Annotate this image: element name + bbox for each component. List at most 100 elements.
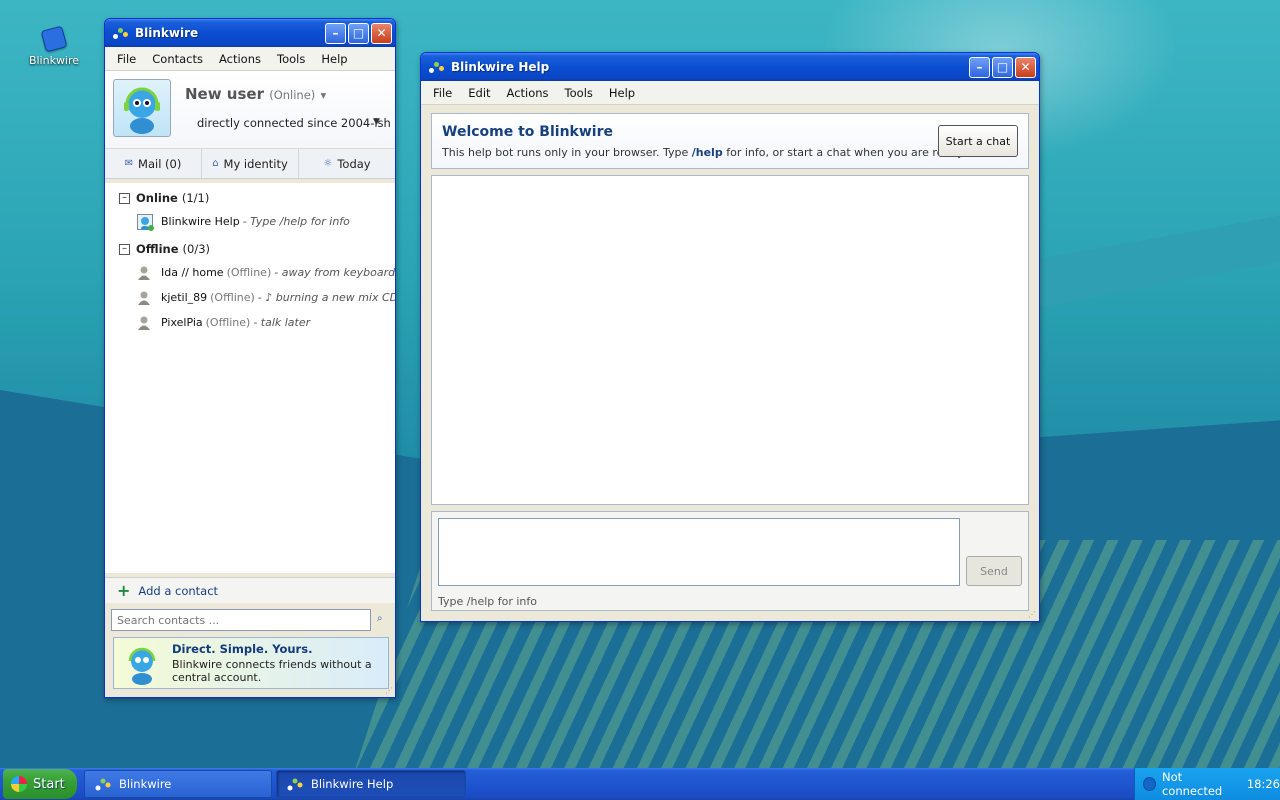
group-offline[interactable]: – Offline (0/3): [105, 238, 395, 260]
close-button[interactable]: ✕: [1015, 56, 1036, 78]
contact-message: - away from keyboard: [274, 266, 396, 279]
menu-help[interactable]: Help: [313, 52, 355, 66]
maximize-button[interactable]: □: [992, 56, 1013, 78]
menu-tools[interactable]: Tools: [269, 52, 313, 66]
collapse-icon[interactable]: –: [119, 243, 130, 255]
offline-person-icon: [137, 265, 153, 281]
tray-status: Not connected: [1161, 770, 1223, 798]
contact-status: (Offline): [226, 266, 272, 279]
contact-blinkwire-help[interactable]: Blinkwire Help - Type /help for info: [105, 209, 395, 234]
network-status-icon[interactable]: [1143, 777, 1156, 791]
resize-grip-icon[interactable]: ⋰: [1028, 610, 1036, 619]
contact-status: (Offline): [210, 291, 255, 304]
bot-contact-icon: [137, 213, 154, 231]
start-chat-button[interactable]: Start a chat: [938, 125, 1018, 157]
help-menubar: File Edit Actions Tools Help: [421, 81, 1039, 105]
promo-text: Blinkwire connects friends without a cen…: [172, 658, 372, 684]
menu-contacts[interactable]: Contacts: [144, 52, 211, 66]
blinkwire-logo-icon: [113, 25, 129, 41]
home-icon: ⌂: [212, 158, 219, 169]
help-titlebar[interactable]: Blinkwire Help – □ ✕: [421, 53, 1039, 81]
help-command: /help: [691, 146, 723, 159]
avatar-icon: [124, 87, 160, 134]
menu-file[interactable]: File: [109, 52, 144, 66]
resize-grip-icon[interactable]: ⋰: [385, 686, 393, 695]
profile-name-text: New user: [185, 85, 264, 103]
profile-status[interactable]: (Online): [269, 88, 315, 102]
contact-name: kjetil_89: [161, 291, 208, 304]
menu-actions[interactable]: Actions: [499, 86, 557, 100]
personal-message[interactable]: directly connected since 2004-ish: [197, 116, 391, 130]
maximize-button[interactable]: □: [348, 22, 369, 44]
start-logo-icon: [11, 776, 27, 792]
system-tray: Not connected 18:26: [1134, 768, 1280, 800]
menu-actions[interactable]: Actions: [211, 52, 269, 66]
compose-panel: Send Type /help for info: [431, 511, 1029, 611]
desktop-icon-label: Blinkwire: [28, 54, 80, 67]
clock[interactable]: 18:26: [1247, 777, 1280, 791]
welcome-text-part: This help bot runs only in your browser.…: [442, 146, 692, 159]
minimize-button[interactable]: –: [969, 56, 990, 78]
contact-status: (Offline): [205, 316, 251, 329]
welcome-title: Welcome to Blinkwire: [442, 124, 613, 140]
contact-pixelpia[interactable]: PixelPia (Offline) - talk later: [105, 310, 395, 335]
blinkwire-logo-icon: [287, 776, 303, 792]
group-count: (1/1): [181, 191, 210, 205]
blinkwire-logo-icon: [95, 776, 111, 792]
chat-history[interactable]: [431, 175, 1029, 505]
mascot-icon: [128, 647, 156, 685]
contact-message: - Type /help for info: [242, 215, 350, 228]
window-title: Blinkwire: [135, 26, 199, 40]
tab-identity-label: My identity: [223, 156, 288, 171]
offline-person-icon: [137, 290, 153, 306]
add-contact-label: Add a contact: [138, 583, 219, 598]
taskbar-item-blinkwire-help[interactable]: Blinkwire Help: [276, 770, 466, 798]
menu-tools[interactable]: Tools: [557, 86, 601, 100]
status-dropdown-icon[interactable]: ▾: [321, 88, 327, 102]
contact-name: Ida // home: [161, 266, 224, 279]
profile-panel: New user (Online) ▾ directly connected s…: [105, 71, 395, 149]
welcome-text-part: for info, or start a chat when you are r…: [722, 146, 966, 159]
tab-my-identity[interactable]: ⌂ My identity: [202, 149, 299, 178]
group-online[interactable]: – Online (1/1): [105, 187, 395, 209]
taskbar: Start Blinkwire Blinkwire Help Not conne…: [0, 768, 1280, 800]
taskbar-item-blinkwire[interactable]: Blinkwire: [84, 770, 272, 798]
collapse-icon[interactable]: –: [119, 192, 130, 204]
search-input[interactable]: [111, 609, 371, 631]
avatar[interactable]: [113, 79, 171, 137]
main-menubar: File Contacts Actions Tools Help: [105, 47, 395, 71]
group-count: (0/3): [182, 242, 211, 256]
search-icon[interactable]: ⌕: [377, 613, 383, 624]
offline-person-icon: [137, 315, 153, 331]
welcome-text: This help bot runs only in your browser.…: [442, 146, 966, 159]
profile-name[interactable]: New user (Online) ▾: [185, 85, 326, 103]
main-titlebar[interactable]: Blinkwire – □ ✕: [105, 19, 395, 47]
contact-ida[interactable]: Ida // home (Offline) - away from keyboa…: [105, 260, 395, 285]
contact-message: - ♪ burning a new mix CD: [257, 291, 396, 304]
tab-today-label: Today: [337, 156, 371, 171]
blinkwire-app-icon: [40, 25, 68, 53]
taskbar-item-label: Blinkwire: [119, 777, 172, 791]
menu-edit[interactable]: Edit: [460, 86, 498, 100]
compose-hint: Type /help for info: [438, 595, 537, 608]
menu-help[interactable]: Help: [601, 86, 643, 100]
sun-icon: ☼: [323, 158, 333, 169]
message-input[interactable]: [438, 518, 960, 586]
add-contact-button[interactable]: + Add a contact: [105, 577, 395, 603]
start-label: Start: [33, 776, 65, 792]
search-row: ⌕: [111, 609, 391, 633]
tab-today[interactable]: ☼ Today: [299, 149, 395, 178]
tab-mail[interactable]: ✉ Mail (0): [105, 149, 202, 178]
contact-message: - talk later: [253, 316, 311, 329]
blinkwire-main-window: Blinkwire – □ ✕ File Contacts Actions To…: [104, 18, 396, 698]
close-button[interactable]: ✕: [371, 22, 392, 44]
group-name: Offline: [136, 242, 179, 256]
menu-file[interactable]: File: [425, 86, 460, 100]
contact-kjetil[interactable]: kjetil_89 (Offline) - ♪ burning a new mi…: [105, 285, 395, 310]
start-button[interactable]: Start: [3, 769, 77, 799]
send-button[interactable]: Send: [966, 556, 1022, 586]
chevron-down-icon[interactable]: ▼: [373, 117, 380, 127]
promo-banner[interactable]: Direct. Simple. Yours. Blinkwire connect…: [113, 637, 389, 689]
minimize-button[interactable]: –: [325, 22, 346, 44]
desktop-icon-blinkwire[interactable]: Blinkwire: [28, 22, 80, 67]
